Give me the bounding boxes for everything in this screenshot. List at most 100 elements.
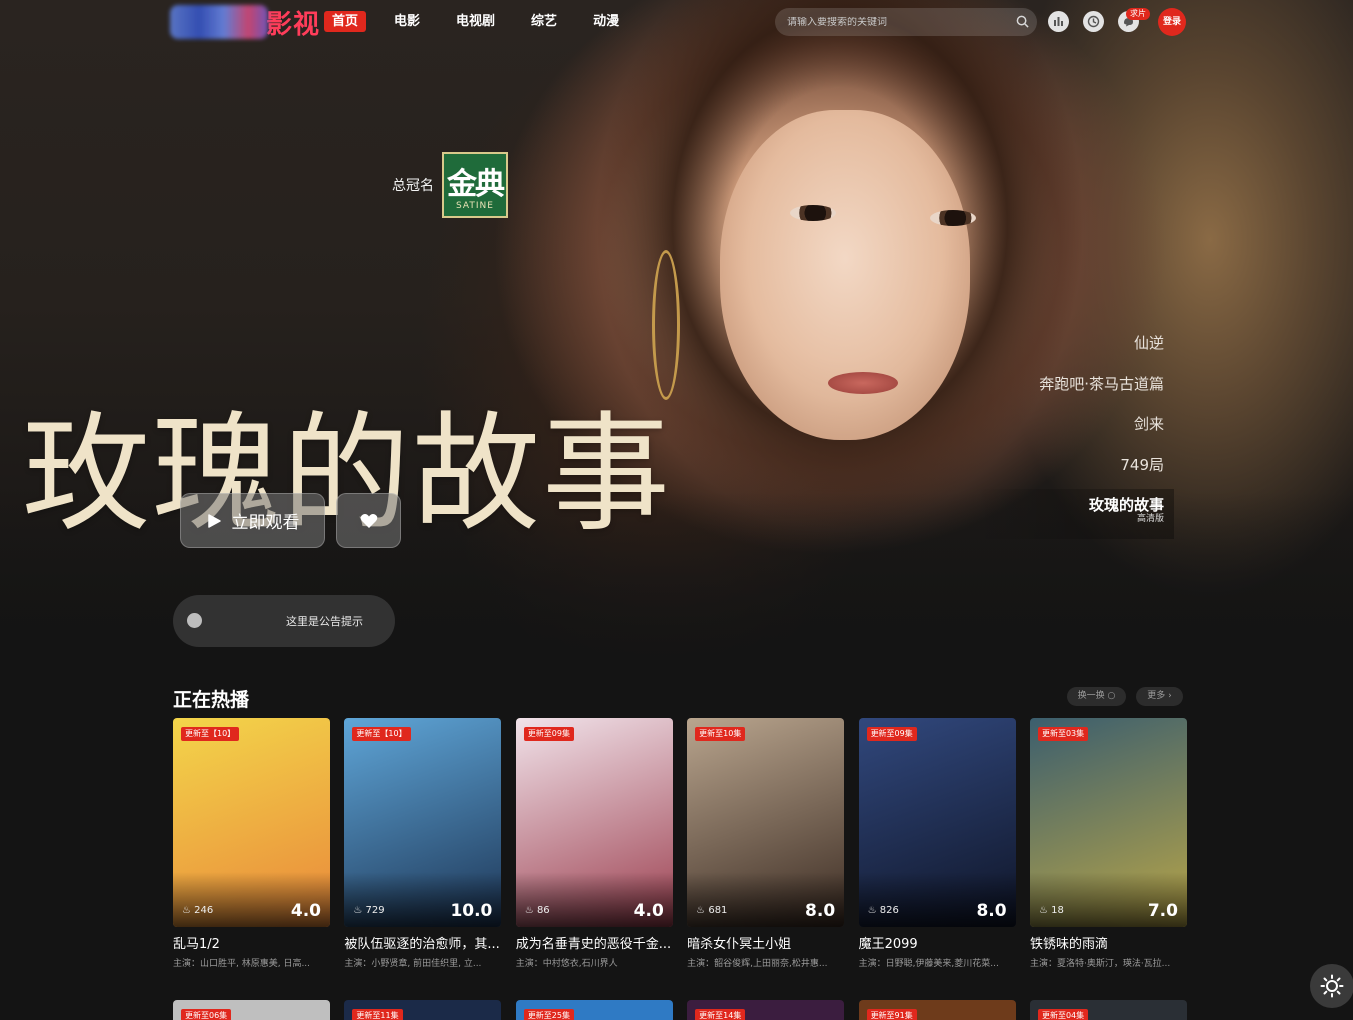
sun-icon xyxy=(1320,974,1344,998)
video-title[interactable]: 铁锈味的雨滴 xyxy=(1030,933,1187,952)
heat-count: ♨ 246 xyxy=(182,905,214,916)
score: 8.0 xyxy=(805,901,836,921)
video-cast: 主演：日野聪,伊藤美来,菱川花菜... xyxy=(858,959,999,969)
update-tag: 更新至06集 xyxy=(181,1009,232,1020)
nav-tv[interactable]: 电视剧 xyxy=(456,11,495,32)
score: 4.0 xyxy=(633,901,664,921)
slide-item[interactable]: 仙逆 xyxy=(1039,330,1164,371)
search-box xyxy=(775,8,1037,36)
slide-subtitle: 高清版 xyxy=(1136,514,1164,524)
section-title-hot: 正在热播 xyxy=(173,689,250,711)
video-cast: 主演：小野贤章, 前田佳织里, 立... xyxy=(344,959,482,969)
speaker-icon xyxy=(187,613,202,628)
nav-home[interactable]: 首页 xyxy=(324,11,367,32)
notice-text: 这里是公告提示 xyxy=(286,615,363,628)
video-cast: 主演：山口胜平, 林原惠美, 日高... xyxy=(173,959,311,969)
logo-text: 影视 xyxy=(266,9,321,40)
slide-item-active[interactable]: 玫瑰的故事 高清版 xyxy=(1039,492,1164,533)
heat-count: ♨ 18 xyxy=(1038,905,1064,916)
history-icon[interactable] xyxy=(1083,11,1104,32)
video-title[interactable]: 被队伍驱逐的治愈师，其... xyxy=(344,933,501,952)
video-card[interactable]: 更新至【10】 ♨ 729 10.0 被队伍驱逐的治愈师，其... 主演：小野贤… xyxy=(344,718,502,969)
poster[interactable]: 更新至06集 xyxy=(173,1000,330,1020)
update-tag: 更新至14集 xyxy=(695,1009,746,1020)
play-now-button[interactable]: 立即观看 xyxy=(180,493,325,548)
poster[interactable]: 更新至09集 ♨ 86 4.0 xyxy=(515,718,673,927)
update-tag: 更新至09集 xyxy=(523,727,574,741)
score: 7.0 xyxy=(1147,901,1178,921)
video-title[interactable]: 乱马1/2 xyxy=(173,933,330,952)
play-now-label: 立即观看 xyxy=(231,513,300,533)
nav-anime[interactable]: 动漫 xyxy=(593,11,619,32)
heat-value: 826 xyxy=(879,905,899,916)
video-card[interactable]: 更新至09集 ♨ 826 8.0 魔王2099 主演：日野聪,伊藤美来,菱川花菜… xyxy=(858,718,1016,969)
video-title[interactable]: 暗杀女仆冥土小姐 xyxy=(687,933,844,952)
heat-count: ♨ 826 xyxy=(867,905,899,916)
slide-item[interactable]: 749局 xyxy=(1039,452,1164,493)
theme-toggle-button[interactable] xyxy=(1310,964,1353,1008)
video-cast: 主演：夏洛特·奥斯汀，瑛法·瓦拉... xyxy=(1029,959,1171,969)
update-tag: 更新至11集 xyxy=(352,1009,403,1020)
score: 8.0 xyxy=(976,901,1007,921)
poster[interactable]: 更新至10集 ♨ 681 8.0 xyxy=(687,718,845,927)
sponsor-logo[interactable]: 金典 SATINE xyxy=(442,152,508,218)
heart-icon xyxy=(360,513,377,528)
search-input[interactable] xyxy=(787,16,1007,28)
more-button[interactable]: 更多 › xyxy=(1136,687,1183,706)
favorite-button[interactable] xyxy=(336,493,401,548)
update-tag: 更新至【10】 xyxy=(352,727,411,741)
video-title[interactable]: 成为名垂青史的恶役千金... xyxy=(516,933,673,952)
score: 4.0 xyxy=(290,901,321,921)
nav-movies[interactable]: 电影 xyxy=(394,11,420,32)
poster[interactable]: 更新至【10】 ♨ 729 10.0 xyxy=(344,718,502,927)
poster[interactable]: 更新至25集 xyxy=(515,1000,673,1020)
poster[interactable]: 更新至14集 xyxy=(687,1000,845,1020)
video-card[interactable]: 更新至09集 ♨ 86 4.0 成为名垂青史的恶役千金... 主演：中村悠衣,石… xyxy=(515,718,673,969)
swap-button[interactable]: 换一换 ○ xyxy=(1067,687,1126,706)
video-card[interactable]: 更新至03集 ♨ 18 7.0 铁锈味的雨滴 主演：夏洛特·奥斯汀，瑛法·瓦拉.… xyxy=(1029,718,1187,969)
search-icon[interactable] xyxy=(1016,15,1029,28)
second-row-cards: 更新至06集 更新至11集 更新至25集 更新至14集 更新至91集 更新至04… xyxy=(173,1000,1201,1020)
logo-blurred-mark xyxy=(170,5,268,39)
slide-title: 仙逆 xyxy=(1133,334,1164,352)
video-card[interactable]: 更新至10集 ♨ 681 8.0 暗杀女仆冥土小姐 主演：韶谷俊辉,上田丽奈,松… xyxy=(687,718,845,969)
request-badge[interactable]: 求片 xyxy=(1126,8,1150,20)
sponsor-label: 总冠名 xyxy=(392,178,434,194)
poster[interactable]: 更新至91集 xyxy=(858,1000,1016,1020)
update-tag: 更新至91集 xyxy=(866,1009,917,1020)
video-cast: 主演：韶谷俊辉,上田丽奈,松井惠... xyxy=(687,959,828,969)
slide-title: 749局 xyxy=(1120,455,1164,474)
sponsor-brand: 金典 xyxy=(447,167,505,202)
notice-bar[interactable]: 这里是公告提示 xyxy=(173,595,395,647)
top-nav: 影视 首页 电影 电视剧 综艺 动漫 求片 登录 xyxy=(0,0,1353,44)
slide-item[interactable]: 剑来 xyxy=(1039,411,1164,452)
heat-value: 246 xyxy=(194,905,214,916)
hero-eye-left xyxy=(790,205,836,221)
video-cast: 主演：中村悠衣,石川界人 xyxy=(515,959,618,969)
heat-count: ♨ 86 xyxy=(524,905,550,916)
video-title[interactable]: 魔王2099 xyxy=(859,933,1016,952)
ranking-icon[interactable] xyxy=(1048,11,1069,32)
update-tag: 更新至09集 xyxy=(866,727,917,741)
poster[interactable]: 更新至04集 xyxy=(1029,1000,1187,1020)
poster[interactable]: 更新至03集 ♨ 18 7.0 xyxy=(1029,718,1187,927)
poster[interactable]: 更新至【10】 ♨ 246 4.0 xyxy=(173,718,330,927)
more-label: 更多 xyxy=(1147,691,1166,701)
nav-variety[interactable]: 综艺 xyxy=(531,11,557,32)
hero-lips xyxy=(828,372,898,394)
hot-card-list: 更新至【10】 ♨ 246 4.0 乱马1/2 主演：山口胜平, 林原惠美, 日… xyxy=(173,718,1201,969)
login-button[interactable]: 登录 xyxy=(1158,8,1186,36)
play-icon xyxy=(207,513,221,528)
slide-title: 剑来 xyxy=(1133,415,1164,433)
update-tag: 更新至03集 xyxy=(1037,727,1089,741)
score: 10.0 xyxy=(450,901,493,921)
poster[interactable]: 更新至11集 xyxy=(344,1000,502,1020)
heat-value: 86 xyxy=(536,905,550,916)
update-tag: 更新至【10】 xyxy=(181,727,240,741)
sponsor: 总冠名 金典 SATINE xyxy=(392,152,508,218)
slide-item[interactable]: 奔跑吧·茶马古道篇 xyxy=(1039,371,1164,412)
logo[interactable]: 影视 xyxy=(170,4,320,40)
poster[interactable]: 更新至09集 ♨ 826 8.0 xyxy=(858,718,1016,927)
hero-eye-right xyxy=(930,210,976,226)
video-card[interactable]: 更新至【10】 ♨ 246 4.0 乱马1/2 主演：山口胜平, 林原惠美, 日… xyxy=(173,718,330,969)
